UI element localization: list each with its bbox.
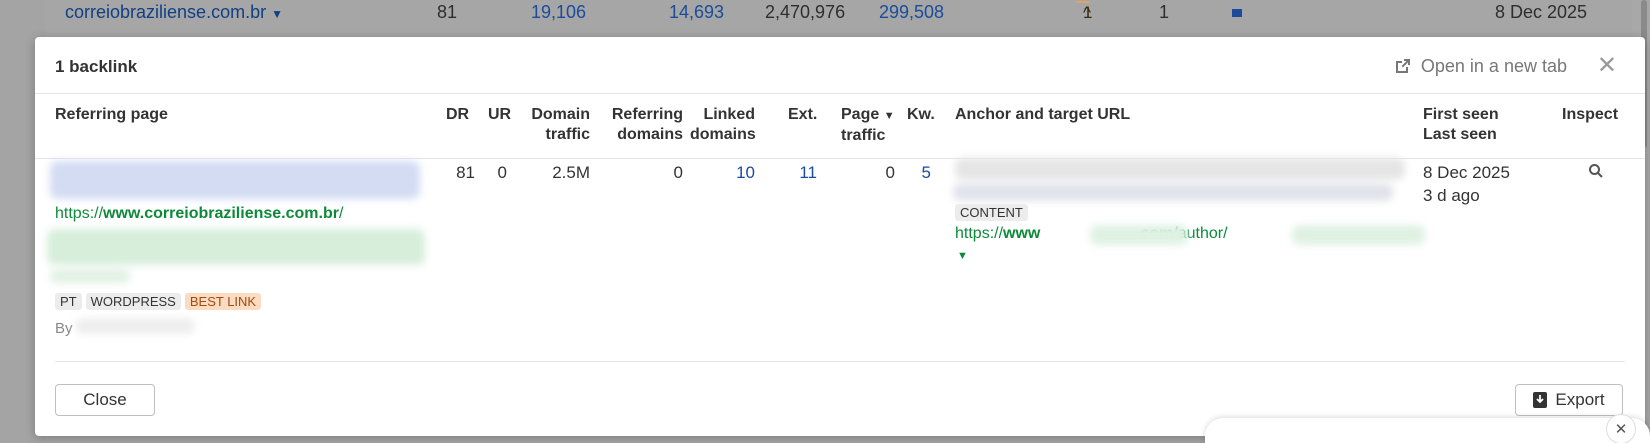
url-path-redacted: [47, 229, 425, 265]
row-linked-domains[interactable]: 10: [725, 163, 755, 183]
referring-page-url[interactable]: https://www.correiobraziliense.com.br/: [55, 205, 343, 223]
download-icon: [1533, 392, 1548, 408]
col-dr[interactable]: DR: [446, 105, 469, 125]
col-linked-domains[interactable]: Linked domains: [690, 105, 756, 145]
search-icon[interactable]: [1588, 163, 1604, 184]
tag-best-link: BEST LINK: [184, 293, 262, 310]
row-kw[interactable]: 5: [915, 163, 931, 183]
url-path-redacted-end: [50, 269, 130, 283]
col-kw[interactable]: Kw.: [907, 105, 935, 125]
tag-platform: WORDPRESS: [85, 293, 181, 310]
col-first-last-seen[interactable]: First seen Last seen: [1423, 105, 1499, 145]
date-value: 8 Dec 2025: [1495, 2, 1588, 22]
col-ur[interactable]: UR: [488, 105, 511, 125]
first-seen: 8 Dec 2025: [1423, 163, 1510, 182]
dr-value: 81: [437, 2, 458, 22]
anchor-text-redacted: [955, 158, 1405, 180]
chevron-up-icon: ^: [1083, 3, 1091, 22]
count-value: 1: [1159, 2, 1170, 22]
last-seen: 3 d ago: [1423, 186, 1480, 205]
col-ext[interactable]: Ext.: [788, 105, 817, 125]
open-new-tab-label: Open in a new tab: [1420, 56, 1567, 76]
row-page-traffic: 0: [885, 163, 895, 182]
export-button[interactable]: Export: [1515, 384, 1623, 416]
value-value[interactable]: 299,508: [879, 2, 944, 23]
col-page-traffic[interactable]: Page ▼ traffic: [841, 105, 895, 146]
anchor-tag: CONTENT: [955, 202, 1032, 222]
row-domain-traffic: 2.5M: [552, 163, 590, 182]
row-ext[interactable]: 11: [787, 163, 817, 183]
ref-domains-value[interactable]: 14,693: [669, 2, 724, 23]
row-ur: 0: [497, 163, 507, 182]
footer-divider: [55, 361, 1625, 362]
sort-desc-icon: ▼: [883, 110, 895, 122]
col-inspect: Inspect: [1562, 106, 1619, 123]
page-title-redacted: [50, 161, 420, 199]
open-new-tab-link[interactable]: Open in a new tab: [1394, 56, 1567, 77]
count-badge[interactable]: 1 ^: [1076, 1, 1092, 22]
target-path-redacted: [1292, 225, 1425, 245]
bar-indicator: [1232, 9, 1242, 17]
col-referring-domains[interactable]: Referring domains: [599, 105, 683, 145]
caret-down-icon[interactable]: ▼: [957, 250, 968, 262]
domain-link[interactable]: correiobraziliense.com.br ▼: [65, 2, 283, 23]
target-domain-redacted: [1090, 225, 1188, 245]
page-tags: PT WORDPRESS BEST LINK: [55, 291, 265, 311]
row-dr: 81: [456, 163, 475, 182]
col-referring-page[interactable]: Referring page: [55, 105, 168, 125]
backlinks-value[interactable]: 19,106: [531, 2, 586, 23]
author-label: By: [55, 320, 73, 337]
col-domain-traffic[interactable]: Domain traffic: [525, 105, 590, 145]
chat-widget[interactable]: [1205, 418, 1650, 443]
traffic-value: 2,470,976: [765, 2, 846, 22]
close-icon[interactable]: ✕: [1597, 51, 1617, 80]
table-header: Referring page DR UR Domain traffic Refer…: [35, 95, 1645, 159]
external-link-icon: [1395, 59, 1410, 73]
background-table-row: correiobraziliense.com.br ▼ 81 19,106 14…: [45, 0, 1632, 26]
modal-header: 1 backlink Open in a new tab ✕: [35, 37, 1645, 94]
backlink-modal: 1 backlink Open in a new tab ✕ Referring…: [35, 37, 1645, 436]
anchor-text-redacted-2: [953, 183, 1393, 201]
col-anchor[interactable]: Anchor and target URL: [955, 105, 1130, 125]
chevron-down-icon[interactable]: ▼: [271, 7, 283, 21]
close-button[interactable]: Close: [55, 384, 155, 416]
chat-close-icon[interactable]: ✕: [1606, 414, 1636, 443]
author-redacted: [75, 318, 195, 334]
tag-language: PT: [55, 293, 82, 310]
row-referring-domains: 0: [673, 163, 683, 182]
modal-title: 1 backlink: [55, 57, 138, 76]
